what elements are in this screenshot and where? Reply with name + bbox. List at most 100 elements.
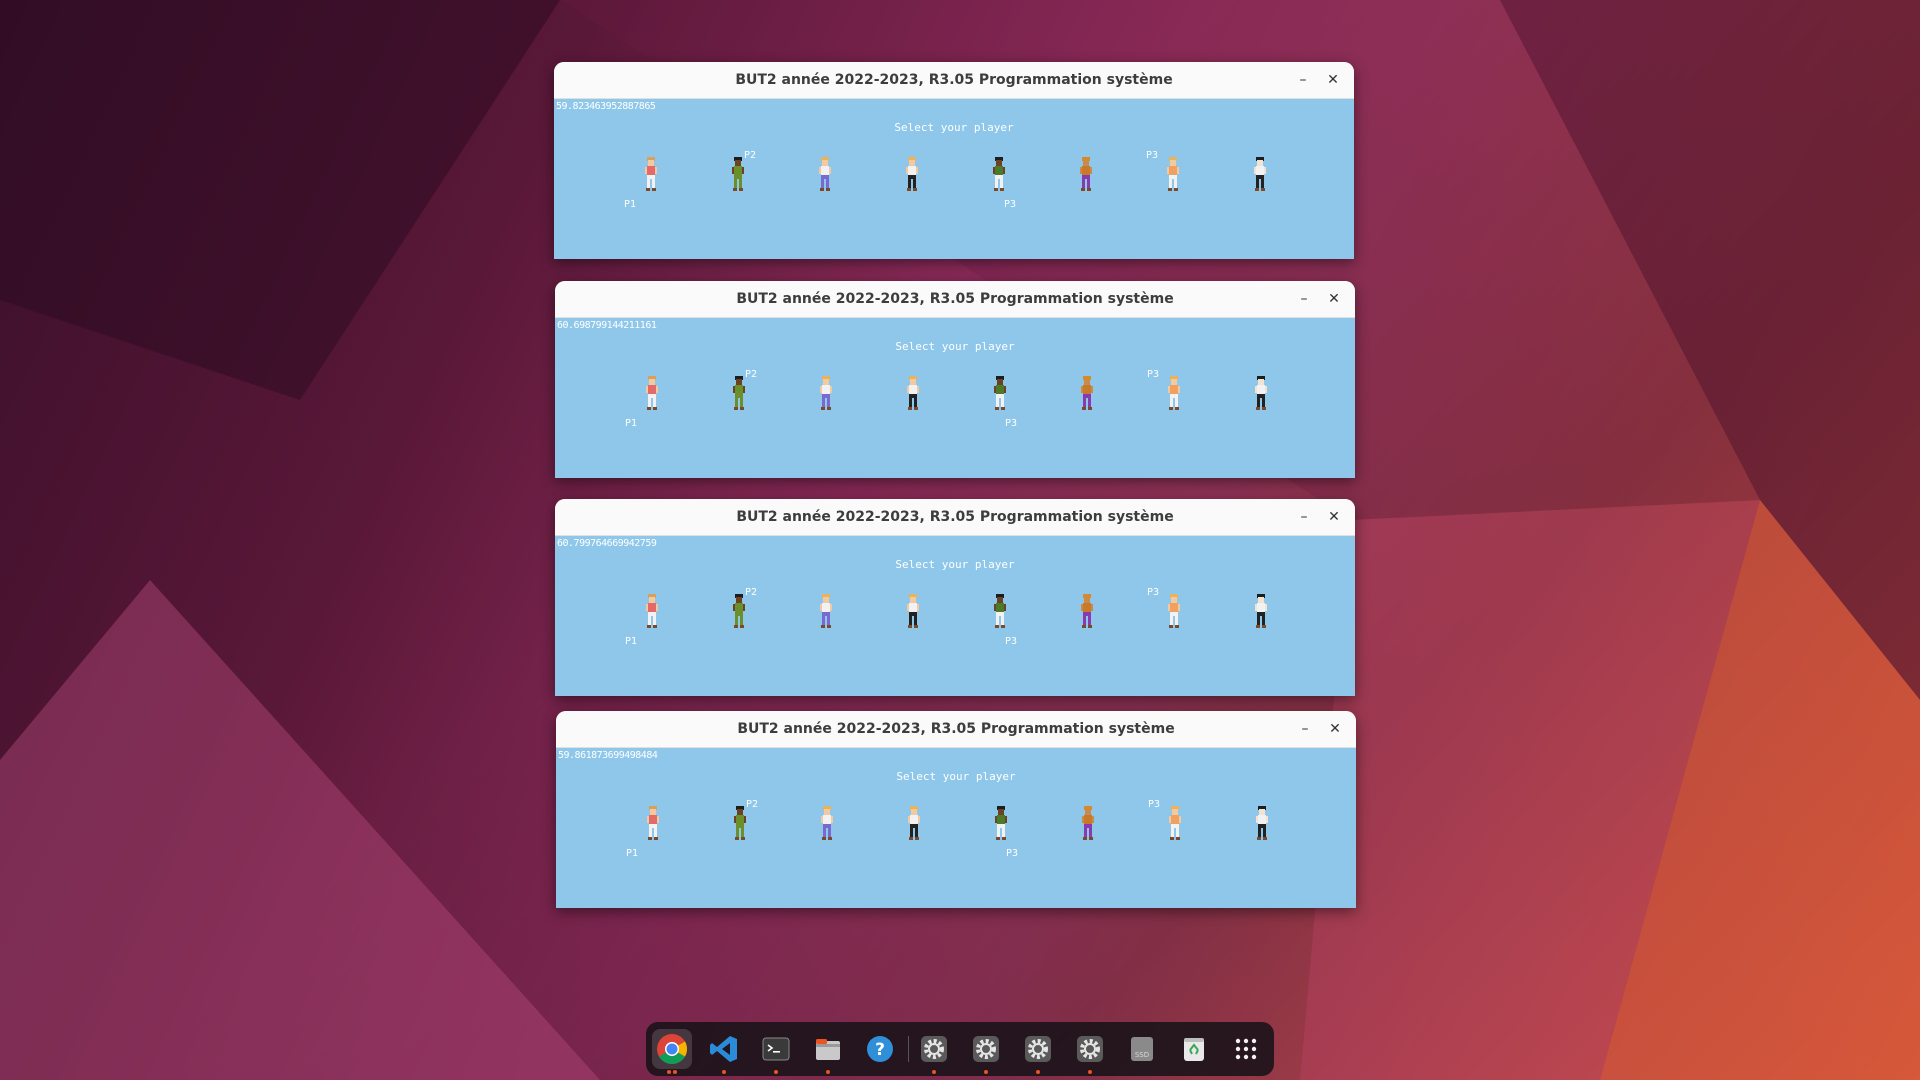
titlebar[interactable]: BUT2 année 2022-2023, R3.05 Programmatio…	[555, 499, 1355, 536]
character-7[interactable]	[1166, 594, 1182, 628]
game-window-4: BUT2 année 2022-2023, R3.05 Programmatio…	[556, 711, 1356, 908]
select-player-text: Select your player	[895, 340, 1015, 353]
minimize-button[interactable]: –	[1293, 288, 1315, 310]
p2-label: P2	[745, 587, 758, 598]
p1-label: P1	[624, 199, 637, 210]
settings-icon	[973, 1036, 999, 1062]
vscode-icon	[710, 1036, 737, 1062]
titlebar[interactable]: BUT2 année 2022-2023, R3.05 Programmatio…	[556, 711, 1356, 748]
character-3[interactable]	[817, 157, 833, 191]
character-6[interactable]	[1080, 806, 1096, 840]
game-window-1: BUT2 année 2022-2023, R3.05 Programmatio…	[554, 62, 1354, 259]
p1-label: P1	[625, 418, 638, 429]
p3-label: P3	[1006, 848, 1019, 859]
character-4[interactable]	[905, 376, 921, 410]
p3-label: P3	[1005, 636, 1018, 647]
game-canvas[interactable]: 60.698799144211161 Select your player P1…	[555, 318, 1355, 478]
character-1[interactable]	[645, 806, 661, 840]
window-title: BUT2 année 2022-2023, R3.05 Programmatio…	[735, 72, 1173, 88]
p3-label: P3	[1147, 369, 1160, 380]
p2-label: P2	[744, 150, 757, 161]
dock: ? SSD	[646, 1022, 1274, 1076]
character-1[interactable]	[644, 376, 660, 410]
dock-item-settings-1[interactable]	[914, 1029, 954, 1074]
help-icon: ?	[867, 1036, 893, 1062]
character-5[interactable]	[993, 806, 1009, 840]
dock-item-chrome[interactable]	[652, 1029, 692, 1074]
character-5[interactable]	[991, 157, 1007, 191]
dock-item-settings-3[interactable]	[1018, 1029, 1058, 1074]
character-5[interactable]	[992, 594, 1008, 628]
ssd-label: SSD	[1135, 1051, 1149, 1059]
character-6[interactable]	[1079, 376, 1095, 410]
window-title: BUT2 année 2022-2023, R3.05 Programmatio…	[737, 721, 1175, 737]
fps-readout: 60.799764669942759	[557, 538, 657, 549]
character-7[interactable]	[1165, 157, 1181, 191]
character-4[interactable]	[906, 806, 922, 840]
p3-label: P3	[1005, 418, 1018, 429]
titlebar[interactable]: BUT2 année 2022-2023, R3.05 Programmatio…	[555, 281, 1355, 318]
dock-item-settings-2[interactable]	[966, 1029, 1006, 1074]
character-8[interactable]	[1253, 594, 1269, 628]
character-2[interactable]	[730, 157, 746, 191]
character-2[interactable]	[731, 594, 747, 628]
character-5[interactable]	[992, 376, 1008, 410]
dock-item-trash[interactable]	[1174, 1029, 1214, 1069]
p3-label: P3	[1004, 199, 1017, 210]
game-canvas[interactable]: 59.823463952887865 Select your player P1…	[554, 99, 1354, 259]
svg-text:?: ?	[875, 1040, 885, 1060]
dock-item-settings-4[interactable]	[1070, 1029, 1110, 1074]
select-player-text: Select your player	[896, 770, 1016, 783]
close-button[interactable]: ✕	[1323, 288, 1345, 310]
p3-label: P3	[1148, 799, 1161, 810]
character-4[interactable]	[905, 594, 921, 628]
ssd-icon: SSD	[1131, 1037, 1153, 1061]
settings-icon	[1077, 1036, 1103, 1062]
window-title: BUT2 année 2022-2023, R3.05 Programmatio…	[736, 291, 1174, 307]
chrome-icon	[657, 1034, 688, 1065]
game-window-2: BUT2 année 2022-2023, R3.05 Programmatio…	[555, 281, 1355, 478]
close-button[interactable]: ✕	[1322, 69, 1344, 91]
select-player-text: Select your player	[894, 121, 1014, 134]
fps-readout: 59.823463952887865	[556, 101, 656, 112]
p1-label: P1	[626, 848, 639, 859]
character-2[interactable]	[731, 376, 747, 410]
dock-item-terminal[interactable]	[756, 1029, 796, 1074]
character-4[interactable]	[904, 157, 920, 191]
character-8[interactable]	[1253, 376, 1269, 410]
dock-item-ssd[interactable]: SSD	[1122, 1029, 1162, 1069]
minimize-button[interactable]: –	[1292, 69, 1314, 91]
character-3[interactable]	[818, 376, 834, 410]
character-6[interactable]	[1078, 157, 1094, 191]
character-8[interactable]	[1254, 806, 1270, 840]
trash-icon	[1184, 1038, 1204, 1061]
close-button[interactable]: ✕	[1323, 506, 1345, 528]
settings-icon	[1025, 1036, 1051, 1062]
game-window-3: BUT2 année 2022-2023, R3.05 Programmatio…	[555, 499, 1355, 696]
character-3[interactable]	[818, 594, 834, 628]
dock-item-vscode[interactable]	[704, 1029, 744, 1074]
titlebar[interactable]: BUT2 année 2022-2023, R3.05 Programmatio…	[554, 62, 1354, 99]
select-player-text: Select your player	[895, 558, 1015, 571]
p3-label: P3	[1146, 150, 1159, 161]
dock-item-files[interactable]	[808, 1029, 848, 1074]
character-1[interactable]	[643, 157, 659, 191]
character-7[interactable]	[1167, 806, 1183, 840]
game-canvas[interactable]: 60.799764669942759 Select your player P1…	[555, 536, 1355, 696]
character-8[interactable]	[1252, 157, 1268, 191]
fps-readout: 60.698799144211161	[557, 320, 657, 331]
character-7[interactable]	[1166, 376, 1182, 410]
game-canvas[interactable]: 59.861873699498484 Select your player P1…	[556, 748, 1356, 908]
close-button[interactable]: ✕	[1324, 718, 1346, 740]
character-2[interactable]	[732, 806, 748, 840]
character-1[interactable]	[644, 594, 660, 628]
minimize-button[interactable]: –	[1294, 718, 1316, 740]
p2-label: P2	[745, 369, 758, 380]
character-6[interactable]	[1079, 594, 1095, 628]
character-3[interactable]	[819, 806, 835, 840]
dock-item-help[interactable]: ?	[860, 1029, 900, 1069]
minimize-button[interactable]: –	[1293, 506, 1315, 528]
p2-label: P2	[746, 799, 759, 810]
dock-item-app-grid[interactable]	[1226, 1029, 1266, 1069]
fps-readout: 59.861873699498484	[558, 750, 658, 761]
